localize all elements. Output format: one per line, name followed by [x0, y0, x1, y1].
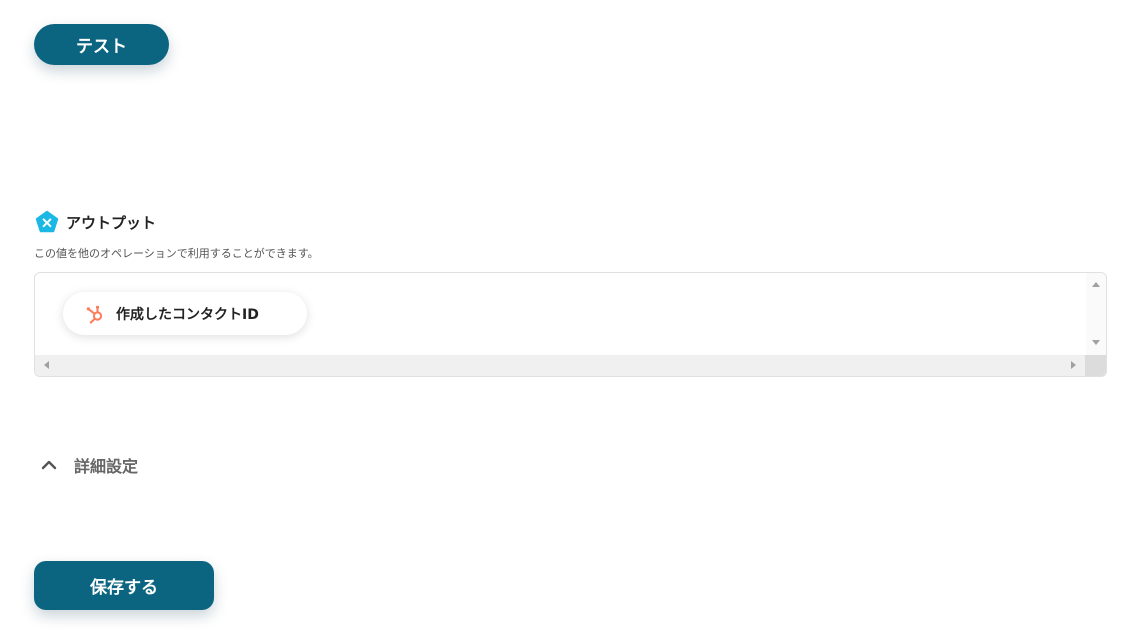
advanced-settings-toggle[interactable]: 詳細設定 [40, 453, 138, 477]
output-description: この値を他のオペレーションで利用することができます。 [34, 247, 319, 260]
horizontal-scrollbar[interactable] [35, 355, 1085, 376]
output-chip-label: 作成したコンタクトID [116, 306, 259, 323]
test-button[interactable]: テスト [34, 24, 169, 65]
output-list: 作成したコンタクトID [34, 272, 1107, 377]
hubspot-icon [86, 305, 103, 324]
scrollbar-corner [1085, 355, 1106, 376]
scroll-down-icon[interactable] [1092, 340, 1100, 345]
output-title: アウトプット [66, 213, 157, 232]
output-header: アウトプット [35, 210, 156, 234]
output-chip-contact-id[interactable]: 作成したコンタクトID [63, 292, 307, 335]
vertical-scrollbar[interactable] [1086, 273, 1106, 355]
scroll-up-icon[interactable] [1092, 282, 1100, 287]
scroll-left-icon[interactable] [44, 361, 49, 369]
advanced-settings-label: 詳細設定 [74, 457, 139, 476]
yoom-x-icon [35, 210, 59, 233]
scroll-right-icon[interactable] [1071, 361, 1076, 369]
chevron-up-icon [41, 460, 57, 470]
save-button[interactable]: 保存する [34, 561, 214, 610]
